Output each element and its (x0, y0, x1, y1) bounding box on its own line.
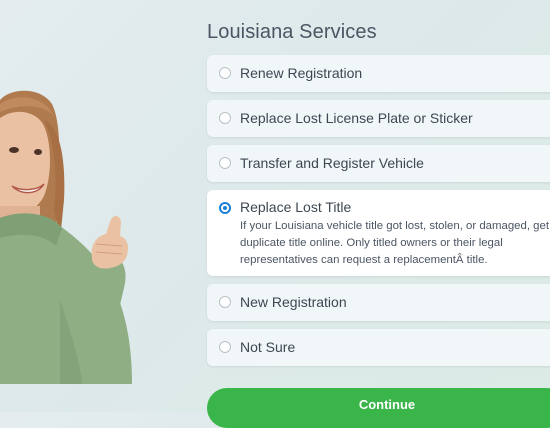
option-label: Transfer and Register Vehicle (240, 155, 424, 171)
option-label: Replace Lost Title (240, 199, 352, 215)
option-replace-lost-title[interactable]: Replace Lost Title If your Louisiana veh… (207, 190, 550, 276)
option-not-sure[interactable]: Not Sure (207, 329, 550, 366)
option-transfer-register[interactable]: Transfer and Register Vehicle (207, 145, 550, 182)
option-label: New Registration (240, 294, 347, 310)
option-new-registration[interactable]: New Registration (207, 284, 550, 321)
page-title: Louisiana Services (207, 21, 377, 43)
option-label: Not Sure (240, 339, 296, 355)
radio-button-selected[interactable] (219, 202, 231, 214)
option-label: Renew Registration (240, 65, 363, 81)
hero-photo (0, 0, 200, 412)
radio-button[interactable] (219, 341, 231, 353)
continue-button[interactable]: Continue (207, 388, 550, 428)
radio-button[interactable] (219, 112, 231, 124)
service-options-list: Renew Registration Replace Lost License … (207, 55, 550, 374)
radio-button[interactable] (219, 67, 231, 79)
radio-button[interactable] (219, 157, 231, 169)
radio-button[interactable] (219, 296, 231, 308)
option-description: If your Louisiana vehicle title got lost… (240, 220, 550, 266)
option-renew-registration[interactable]: Renew Registration (207, 55, 550, 92)
option-label: Replace Lost License Plate or Sticker (240, 110, 473, 126)
option-replace-lost-plate[interactable]: Replace Lost License Plate or Sticker (207, 100, 550, 137)
